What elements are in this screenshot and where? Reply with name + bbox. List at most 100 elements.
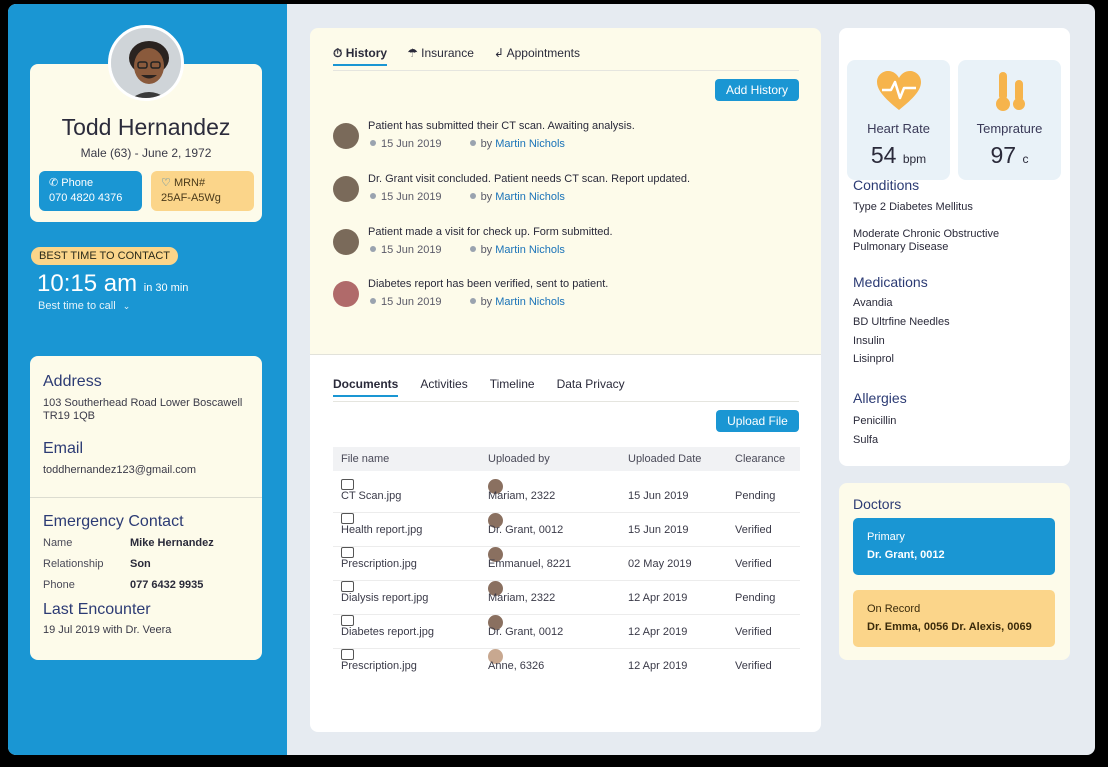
table-row[interactable]: CT Scan.jpg Mariam, 2322 15 Jun 2019 Pen… xyxy=(333,479,800,513)
tab-underline xyxy=(333,401,799,402)
uploaded-by: Anne, 6326 xyxy=(488,660,545,672)
record-doctors: Dr. Emma, 0056 Dr. Alexis, 0069 xyxy=(867,621,1032,633)
emergency-value: Son xyxy=(130,558,151,570)
uploaded-date: 12 Apr 2019 xyxy=(628,592,688,604)
tab-history[interactable]: ⏱ History xyxy=(333,46,388,66)
clearance-status: Pending xyxy=(735,592,776,604)
history-author[interactable]: Martin Nichols xyxy=(495,138,565,150)
best-time-badge: BEST TIME TO CONTACT xyxy=(31,247,179,265)
last-encounter-text: 19 Jul 2019 with Dr. Veera xyxy=(43,624,172,636)
patient-details: Male (63) - June 2, 1972 xyxy=(80,146,212,160)
history-meta: 15 Jun 2019 by Martin Nichols xyxy=(370,296,565,308)
heart-rate-reading: 54 bpm xyxy=(847,142,950,169)
document-tabs: Documents Activities Timeline Data Priva… xyxy=(333,377,625,397)
tab-appointments[interactable]: ↲ Appointments xyxy=(494,46,580,66)
heart-rate-label: Heart Rate xyxy=(867,121,930,136)
column-header[interactable]: Clearance xyxy=(735,447,785,471)
primary-label: Primary xyxy=(867,531,905,543)
history-meta: 15 Jun 2019 by Martin Nichols xyxy=(370,138,565,150)
umbrella-icon: ☂ xyxy=(407,46,418,60)
history-author[interactable]: Martin Nichols xyxy=(495,244,565,256)
tab-insurance[interactable]: ☂ Insurance xyxy=(407,46,474,66)
table-row[interactable]: Prescription.jpg Anne, 6326 12 Apr 2019 … xyxy=(333,649,800,683)
history-item[interactable]: Dr. Grant visit concluded. Patient needs… xyxy=(333,173,793,213)
thermometer-icon xyxy=(996,72,1025,111)
medications-title: Medications xyxy=(853,274,928,290)
uploaded-by: Dr. Grant, 0012 xyxy=(488,626,564,638)
history-date: 15 Jun 2019 xyxy=(381,138,442,150)
clearance-status: Verified xyxy=(735,524,772,536)
table-row[interactable]: Health report.jpg Dr. Grant, 0012 15 Jun… xyxy=(333,513,800,547)
mrn-value: 25AF-A5Wg xyxy=(161,192,221,204)
tab-documents[interactable]: Documents xyxy=(333,377,399,397)
condition-item: Type 2 Diabetes Mellitus xyxy=(853,201,973,213)
emergency-key: Phone xyxy=(43,579,75,591)
temperature-reading: 97 c xyxy=(958,142,1061,169)
email-text[interactable]: toddhernandez123@gmail.com xyxy=(43,464,253,477)
table-row[interactable]: Dialysis report.jpg Mariam, 2322 12 Apr … xyxy=(333,581,800,615)
by-label: by xyxy=(480,138,493,150)
history-meta: 15 Jun 2019 by Martin Nichols xyxy=(370,244,565,256)
history-item[interactable]: Patient has submitted their CT scan. Awa… xyxy=(333,120,793,160)
history-meta: 15 Jun 2019 by Martin Nichols xyxy=(370,191,565,203)
tab-activities[interactable]: Activities xyxy=(420,377,467,397)
history-author[interactable]: Martin Nichols xyxy=(495,296,565,308)
phone-pill[interactable]: ✆ Phone 070 4820 4376 xyxy=(39,171,142,211)
history-text: Patient made a visit for check up. Form … xyxy=(368,226,613,238)
history-card: ⏱ History ☂ Insurance ↲ Appointments Add… xyxy=(310,28,821,354)
tab-label: Appointments xyxy=(506,46,580,60)
emergency-row: Relationship Son xyxy=(43,558,253,570)
column-header[interactable]: File name xyxy=(341,447,389,471)
history-avatar xyxy=(333,176,359,202)
best-time-dropdown[interactable]: Best time to call ⌄ xyxy=(38,300,130,312)
file-name: Prescription.jpg xyxy=(341,660,417,672)
emergency-row: Phone 077 6432 9935 xyxy=(43,579,253,591)
history-author[interactable]: Martin Nichols xyxy=(495,191,565,203)
divider xyxy=(30,497,262,498)
medication-item: Avandia xyxy=(853,297,893,309)
on-record-doctors-box[interactable]: On Record Dr. Emma, 0056 Dr. Alexis, 006… xyxy=(853,590,1055,647)
upload-file-button[interactable]: Upload File xyxy=(716,410,799,432)
temperature-card: Temprature 97 c xyxy=(958,60,1061,180)
table-row[interactable]: Prescription.jpg Emmanuel, 8221 02 May 2… xyxy=(333,547,800,581)
emergency-value: 077 6432 9935 xyxy=(130,579,204,591)
tab-label: History xyxy=(345,46,388,60)
allergy-item: Penicillin xyxy=(853,415,897,427)
column-header[interactable]: Uploaded Date xyxy=(628,447,701,471)
condition-item: Moderate Chronic Obstructive Pulmonary D… xyxy=(853,228,1000,253)
uploaded-by: Dr. Grant, 0012 xyxy=(488,524,564,536)
uploaded-date: 12 Apr 2019 xyxy=(628,660,688,672)
emergency-key: Name xyxy=(43,537,73,549)
app-frame: Todd Hernandez Male (63) - June 2, 1972 … xyxy=(8,4,1095,755)
by-label: by xyxy=(480,191,493,203)
medication-item: Lisinprol xyxy=(853,353,894,365)
table-row[interactable]: Diabetes report.jpg Dr. Grant, 0012 12 A… xyxy=(333,615,800,649)
uploaded-date: 12 Apr 2019 xyxy=(628,626,688,638)
by-label: by xyxy=(480,296,493,308)
mrn-label: MRN# xyxy=(173,177,206,189)
emergency-key: Relationship xyxy=(43,558,104,570)
file-name: Diabetes report.jpg xyxy=(341,626,434,638)
best-time-relative: in 30 min xyxy=(143,282,189,294)
uploaded-date: 15 Jun 2019 xyxy=(628,490,689,502)
address-text: 103 Southerhead Road Lower Boscawell TR1… xyxy=(43,397,243,422)
heart-rate-icon xyxy=(877,71,921,110)
phone-icon: ✆ xyxy=(49,177,59,189)
chair-icon: ↲ xyxy=(493,46,504,60)
add-history-button[interactable]: Add History xyxy=(715,79,799,101)
history-date: 15 Jun 2019 xyxy=(381,296,442,308)
contact-card: Address 103 Southerhead Road Lower Bosca… xyxy=(30,356,262,660)
conditions-title: Conditions xyxy=(853,177,920,193)
tab-timeline[interactable]: Timeline xyxy=(490,377,535,397)
column-header[interactable]: Uploaded by xyxy=(488,447,550,471)
history-item[interactable]: Patient made a visit for check up. Form … xyxy=(333,226,793,266)
tab-data-privacy[interactable]: Data Privacy xyxy=(557,377,625,397)
primary-doctor-box[interactable]: Primary Dr. Grant, 0012 xyxy=(853,518,1055,575)
documents-card: Documents Activities Timeline Data Priva… xyxy=(310,354,821,732)
mrn-pill[interactable]: ♡ MRN# 25AF-A5Wg xyxy=(151,171,254,211)
history-item[interactable]: Diabetes report has been verified, sent … xyxy=(333,278,793,318)
history-text: Diabetes report has been verified, sent … xyxy=(368,278,609,290)
tab-underline xyxy=(333,70,799,71)
medication-item: BD Ultrfine Needles xyxy=(853,316,950,328)
history-text: Dr. Grant visit concluded. Patient needs… xyxy=(368,173,691,185)
